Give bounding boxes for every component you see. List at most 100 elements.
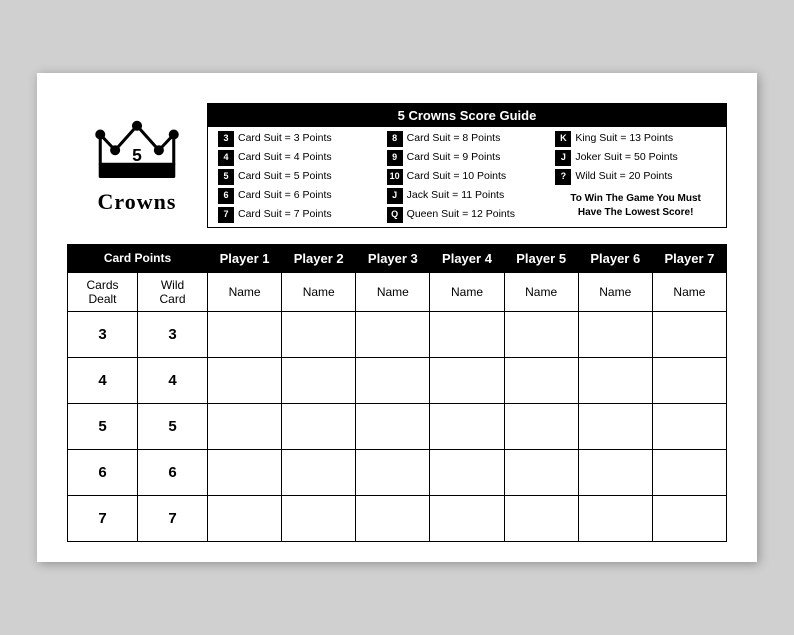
score-badge: 8: [387, 131, 403, 147]
score-cell[interactable]: [282, 358, 356, 404]
score-cell[interactable]: [208, 358, 282, 404]
score-cell[interactable]: [504, 404, 578, 450]
wild-card-cell: 7: [138, 496, 208, 542]
score-cell[interactable]: [430, 496, 504, 542]
score-row: 6 Card Suit = 6 Points: [218, 188, 379, 204]
score-badge: 7: [218, 207, 234, 223]
score-table-wrapper: Card Points Player 1 Player 2 Player 3 P…: [67, 244, 727, 542]
score-table: Card Points Player 1 Player 2 Player 3 P…: [67, 244, 727, 542]
score-text: Card Suit = 9 Points: [407, 151, 501, 165]
cards-dealt-cell: 3: [68, 312, 138, 358]
score-cell[interactable]: [282, 404, 356, 450]
score-text: Card Suit = 7 Points: [238, 208, 332, 222]
score-text: King Suit = 13 Points: [575, 132, 673, 146]
score-guide-title: 5 Crowns Score Guide: [208, 104, 726, 127]
cards-dealt-cell: 7: [68, 496, 138, 542]
crowns-logo-text: Crowns: [98, 189, 177, 215]
score-badge: Q: [387, 207, 403, 223]
player4-header: Player 4: [430, 245, 504, 273]
player5-name[interactable]: Name: [504, 273, 578, 312]
score-row: 3 Card Suit = 3 Points: [218, 131, 379, 147]
player5-header: Player 5: [504, 245, 578, 273]
score-cell[interactable]: [356, 358, 430, 404]
score-row: J Jack Suit = 11 Points: [387, 188, 548, 204]
score-text: Card Suit = 6 Points: [238, 189, 332, 203]
player6-name[interactable]: Name: [578, 273, 652, 312]
table-row: 55: [68, 404, 727, 450]
score-text: Card Suit = 4 Points: [238, 151, 332, 165]
svg-text:5: 5: [132, 144, 142, 164]
table-row: 33: [68, 312, 727, 358]
player3-name[interactable]: Name: [356, 273, 430, 312]
score-text: Jack Suit = 11 Points: [407, 189, 505, 203]
score-cell[interactable]: [578, 450, 652, 496]
score-cell[interactable]: [652, 358, 726, 404]
wild-card-cell: 3: [138, 312, 208, 358]
score-cell[interactable]: [578, 312, 652, 358]
score-cell[interactable]: [208, 450, 282, 496]
player1-name[interactable]: Name: [208, 273, 282, 312]
score-cell[interactable]: [652, 496, 726, 542]
score-cell[interactable]: [356, 312, 430, 358]
player1-header: Player 1: [208, 245, 282, 273]
wild-card-cell: 4: [138, 358, 208, 404]
score-badge: 4: [218, 150, 234, 166]
player7-header: Player 7: [652, 245, 726, 273]
score-cell[interactable]: [356, 404, 430, 450]
score-cell[interactable]: [282, 450, 356, 496]
score-col-1: 3 Card Suit = 3 Points 4 Card Suit = 4 P…: [214, 131, 383, 223]
table-body: 3344556677: [68, 312, 727, 542]
logo-area: 5 Crowns: [67, 103, 207, 228]
score-cell[interactable]: [504, 312, 578, 358]
score-cell[interactable]: [208, 312, 282, 358]
score-row: 9 Card Suit = 9 Points: [387, 150, 548, 166]
win-condition-text: To Win The Game You MustHave The Lowest …: [555, 192, 716, 220]
score-cell[interactable]: [504, 496, 578, 542]
score-cell[interactable]: [356, 450, 430, 496]
score-badge: 5: [218, 169, 234, 185]
player7-name[interactable]: Name: [652, 273, 726, 312]
score-cell[interactable]: [504, 450, 578, 496]
score-cell[interactable]: [652, 404, 726, 450]
score-cell[interactable]: [652, 312, 726, 358]
score-cell[interactable]: [430, 450, 504, 496]
score-badge: J: [387, 188, 403, 204]
score-text: Card Suit = 5 Points: [238, 170, 332, 184]
cards-dealt-cell: 4: [68, 358, 138, 404]
score-badge: 10: [387, 169, 403, 185]
table-name-row: CardsDealt WildCard Name Name Name Name …: [68, 273, 727, 312]
card-points-header: Card Points: [68, 245, 208, 273]
wild-card-cell: 6: [138, 450, 208, 496]
score-cell[interactable]: [282, 496, 356, 542]
score-cell[interactable]: [430, 404, 504, 450]
score-row: 7 Card Suit = 7 Points: [218, 207, 379, 223]
player4-name[interactable]: Name: [430, 273, 504, 312]
score-cell[interactable]: [282, 312, 356, 358]
score-cell[interactable]: [652, 450, 726, 496]
score-cell[interactable]: [504, 358, 578, 404]
score-text: Queen Suit = 12 Points: [407, 208, 515, 222]
score-row: ? Wild Suit = 20 Points: [555, 169, 716, 185]
score-row: Q Queen Suit = 12 Points: [387, 207, 548, 223]
score-cell[interactable]: [578, 404, 652, 450]
score-text: Card Suit = 3 Points: [238, 132, 332, 146]
player6-header: Player 6: [578, 245, 652, 273]
table-row: 66: [68, 450, 727, 496]
score-col-3: K King Suit = 13 Points J Joker Suit = 5…: [551, 131, 720, 223]
score-cell[interactable]: [356, 496, 430, 542]
table-row: 77: [68, 496, 727, 542]
score-cell[interactable]: [430, 312, 504, 358]
wild-card-cell: 5: [138, 404, 208, 450]
player3-header: Player 3: [356, 245, 430, 273]
score-cell[interactable]: [430, 358, 504, 404]
score-badge: ?: [555, 169, 571, 185]
score-row: 10 Card Suit = 10 Points: [387, 169, 548, 185]
score-cell[interactable]: [578, 496, 652, 542]
player2-header: Player 2: [282, 245, 356, 273]
score-guide-body: 3 Card Suit = 3 Points 4 Card Suit = 4 P…: [208, 127, 726, 227]
crown-icon: 5: [92, 117, 182, 187]
score-cell[interactable]: [208, 404, 282, 450]
player2-name[interactable]: Name: [282, 273, 356, 312]
score-cell[interactable]: [208, 496, 282, 542]
score-cell[interactable]: [578, 358, 652, 404]
